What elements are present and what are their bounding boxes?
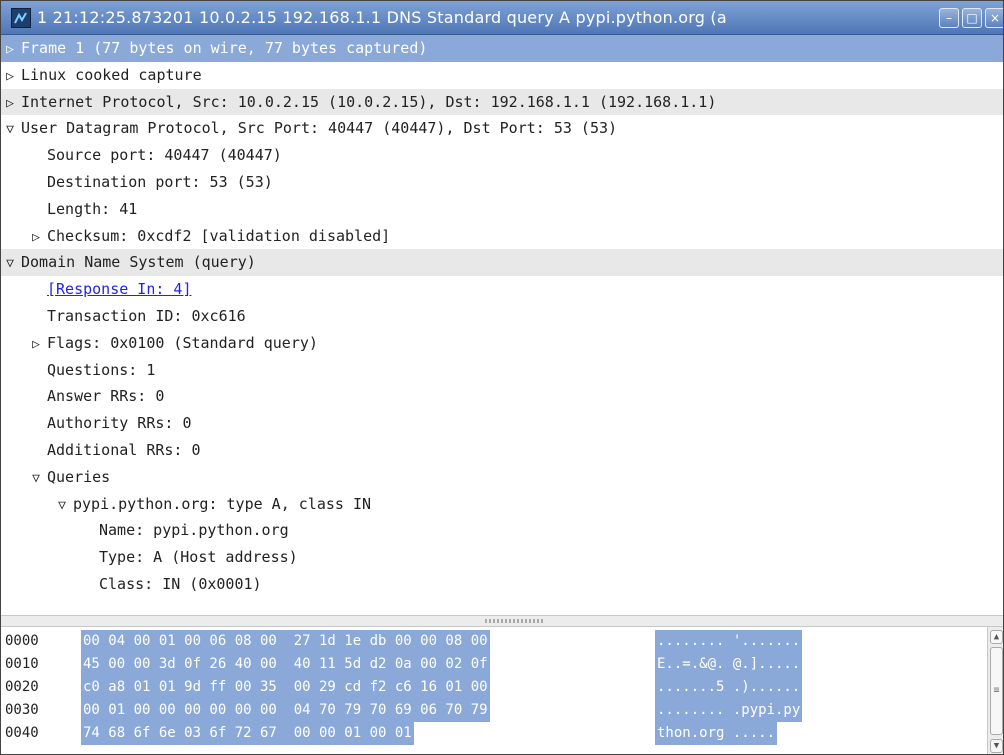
- tree-row-label: pypi.python.org: type A, class IN: [73, 494, 372, 513]
- window-title: 1 21:12:25.873201 10.0.2.15 192.168.1.1 …: [37, 8, 727, 27]
- tree-row[interactable]: ▷ Checksum: 0xcdf2 [validation disabled]: [1, 223, 1003, 252]
- hex-row[interactable]: 0010 45 00 00 3d 0f 26 40 00 40 11 5d d2 …: [1, 653, 987, 676]
- packet-window: 1 21:12:25.873201 10.0.2.15 192.168.1.1 …: [0, 0, 1004, 755]
- hex-ascii[interactable]: ........ '.......: [655, 630, 803, 653]
- close-button[interactable]: ×: [985, 7, 1003, 28]
- tree-row[interactable]: Transaction ID: 0xc616: [1, 303, 1003, 332]
- tree-row[interactable]: ▷ Flags: 0x0100 (Standard query): [1, 330, 1003, 359]
- tree-row[interactable]: ▽ User Datagram Protocol, Src Port: 40447…: [1, 115, 1003, 144]
- maximize-button[interactable]: □: [962, 7, 982, 28]
- hex-row[interactable]: 0020 c0 a8 01 01 9d ff 00 35 00 29 cd f2 …: [1, 676, 987, 699]
- hex-offset: 0020: [5, 679, 39, 695]
- bytes-scrollbar[interactable]: ▲ ≡ ▼: [987, 627, 1003, 754]
- expand-triangle-icon[interactable]: ▷: [3, 37, 17, 64]
- collapse-triangle-icon[interactable]: ▽: [3, 117, 17, 144]
- tree-row[interactable]: [Response In: 4]: [1, 276, 1003, 305]
- tree-row-label: Destination port: 53 (53): [47, 172, 273, 191]
- packet-bytes-pane[interactable]: 0000 00 04 00 01 00 06 08 00 27 1d 1e db …: [1, 627, 987, 754]
- hex-bytes[interactable]: c0 a8 01 01 9d ff 00 35 00 29 cd f2 c6 1…: [81, 676, 490, 699]
- tree-row[interactable]: ▷ Frame 1 (77 bytes on wire, 77 bytes cap…: [1, 35, 1003, 64]
- hex-bytes[interactable]: 00 04 00 01 00 06 08 00 27 1d 1e db 00 0…: [81, 630, 490, 653]
- tree-row[interactable]: Authority RRs: 0: [1, 410, 1003, 439]
- tree-row-label: Queries: [47, 467, 111, 486]
- window-controls: – □ ×: [939, 7, 1003, 28]
- pane-splitter[interactable]: [1, 615, 1003, 627]
- tree-row-label: Linux cooked capture: [21, 65, 202, 84]
- expand-triangle-icon[interactable]: ▷: [3, 64, 17, 91]
- tree-row[interactable]: Type: A (Host address): [1, 544, 1003, 573]
- tree-row[interactable]: Destination port: 53 (53): [1, 169, 1003, 198]
- tree-row-label: Answer RRs: 0: [47, 387, 165, 406]
- packet-details-tree[interactable]: ▷ Frame 1 (77 bytes on wire, 77 bytes cap…: [1, 35, 1003, 615]
- tree-row-label: Transaction ID: 0xc616: [47, 306, 246, 325]
- scroll-down-arrow-icon[interactable]: ▼: [990, 739, 1003, 753]
- hex-offset: 0000: [5, 633, 39, 649]
- tree-row[interactable]: Source port: 40447 (40447): [1, 142, 1003, 171]
- collapse-triangle-icon[interactable]: ▽: [29, 466, 43, 493]
- expand-triangle-icon[interactable]: ▷: [29, 225, 43, 252]
- expand-triangle-icon[interactable]: ▷: [29, 332, 43, 359]
- minimize-button[interactable]: –: [939, 7, 959, 28]
- hex-bytes[interactable]: 74 68 6f 6e 03 6f 72 67 00 00 01 00 01: [81, 722, 414, 745]
- hex-bytes[interactable]: 00 01 00 00 00 00 00 00 04 70 79 70 69 0…: [81, 699, 490, 722]
- tree-row[interactable]: ▷ Linux cooked capture: [1, 62, 1003, 91]
- hex-offset: 0030: [5, 702, 39, 718]
- response-in-link[interactable]: [Response In: 4]: [47, 280, 192, 298]
- tree-row[interactable]: ▽ Domain Name System (query): [1, 249, 1003, 278]
- tree-row[interactable]: Name: pypi.python.org: [1, 517, 1003, 546]
- tree-row[interactable]: ▽ Queries: [1, 464, 1003, 493]
- hex-ascii[interactable]: E..=.&@. @.].....: [655, 653, 803, 676]
- tree-row-label: Additional RRs: 0: [47, 440, 201, 459]
- collapse-triangle-icon[interactable]: ▽: [55, 493, 69, 520]
- tree-row-label: Checksum: 0xcdf2 [validation disabled]: [47, 226, 391, 245]
- hex-offset: 0010: [5, 656, 39, 672]
- tree-row-label: Flags: 0x0100 (Standard query): [47, 333, 318, 352]
- collapse-triangle-icon[interactable]: ▽: [3, 251, 17, 278]
- expand-triangle-icon[interactable]: ▷: [3, 91, 17, 118]
- hex-ascii[interactable]: ........ .pypi.py: [655, 699, 803, 722]
- hex-row[interactable]: 0040 74 68 6f 6e 03 6f 72 67 00 00 01 00 …: [1, 722, 987, 745]
- tree-row-label: Name: pypi.python.org: [99, 521, 289, 540]
- tree-row-label: Internet Protocol, Src: 10.0.2.15 (10.0.…: [21, 92, 717, 111]
- tree-row[interactable]: Class: IN (0x0001): [1, 571, 1003, 600]
- tree-row[interactable]: Answer RRs: 0: [1, 383, 1003, 412]
- tree-row[interactable]: Length: 41: [1, 196, 1003, 225]
- tree-row-label: Questions: 1: [47, 360, 156, 379]
- title-bar[interactable]: 1 21:12:25.873201 10.0.2.15 192.168.1.1 …: [1, 1, 1003, 35]
- tree-row-label: Authority RRs: 0: [47, 414, 192, 433]
- hex-row[interactable]: 0030 00 01 00 00 00 00 00 00 04 70 79 70 …: [1, 699, 987, 722]
- tree-row[interactable]: ▷ Internet Protocol, Src: 10.0.2.15 (10.0…: [1, 88, 1003, 118]
- tree-row-label: User Datagram Protocol, Src Port: 40447 …: [21, 119, 618, 138]
- hex-ascii[interactable]: .......5 .)......: [655, 676, 803, 699]
- hex-ascii[interactable]: thon.org .....: [655, 722, 778, 745]
- hex-offset: 0040: [5, 725, 39, 741]
- splitter-grip[interactable]: [485, 619, 545, 623]
- scrollbar-thumb[interactable]: ≡: [990, 647, 1003, 735]
- tree-row-label: Frame 1 (77 bytes on wire, 77 bytes capt…: [21, 39, 428, 57]
- tree-row[interactable]: Additional RRs: 0: [1, 437, 1003, 466]
- tree-row-label: Class: IN (0x0001): [99, 574, 262, 593]
- wireshark-icon: [11, 7, 31, 28]
- hex-bytes[interactable]: 45 00 00 3d 0f 26 40 00 40 11 5d d2 0a 0…: [81, 653, 490, 676]
- tree-row[interactable]: ▽ pypi.python.org: type A, class IN: [1, 491, 1003, 520]
- tree-row-label: Domain Name System (query): [21, 253, 256, 272]
- tree-row-label: Length: 41: [47, 199, 138, 218]
- scroll-up-arrow-icon[interactable]: ▲: [990, 630, 1003, 644]
- tree-row[interactable]: Questions: 1: [1, 357, 1003, 386]
- tree-row-label: Source port: 40447 (40447): [47, 146, 282, 165]
- tree-row-label: Type: A (Host address): [99, 548, 298, 567]
- hex-row[interactable]: 0000 00 04 00 01 00 06 08 00 27 1d 1e db …: [1, 630, 987, 653]
